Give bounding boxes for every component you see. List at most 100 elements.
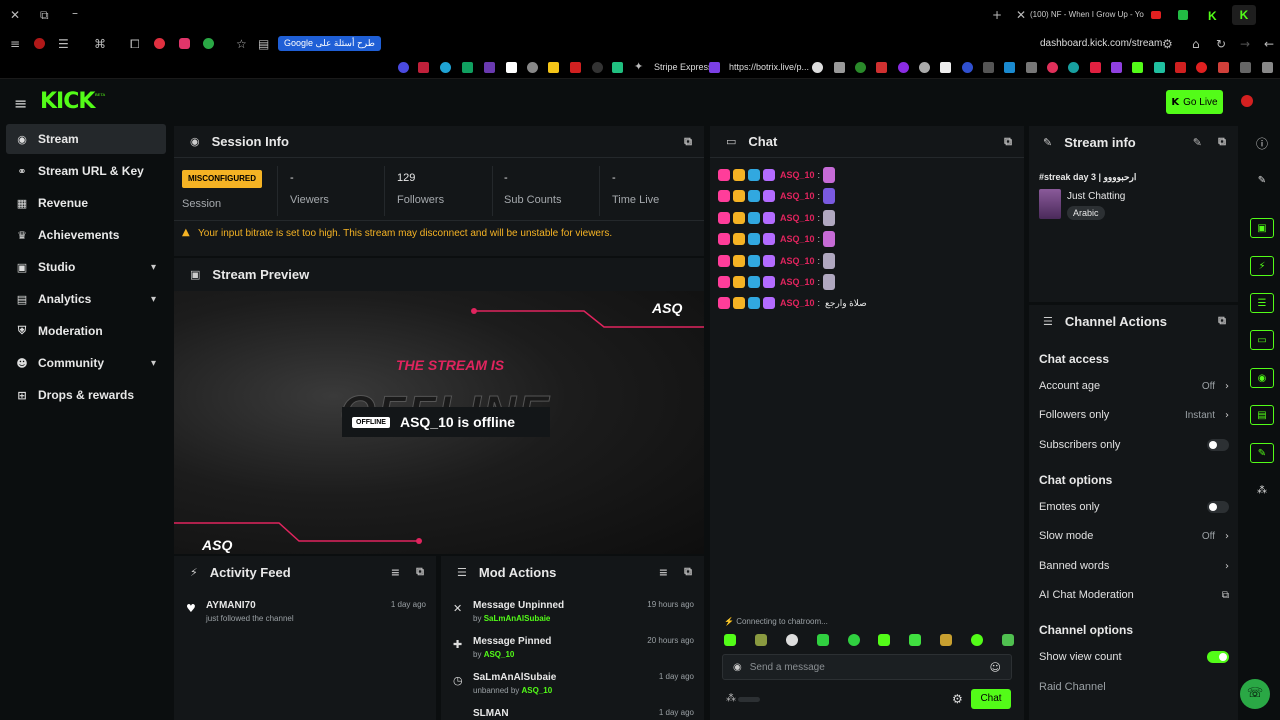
emote-icon[interactable] xyxy=(1001,634,1014,646)
extension-icon[interactable] xyxy=(179,38,190,49)
chat-username[interactable]: ASQ_10 xyxy=(780,277,815,287)
url-text[interactable]: dashboard.kick.com/stream xyxy=(1040,38,1162,49)
bookmark-icon[interactable] xyxy=(898,62,909,73)
emote-icon[interactable] xyxy=(785,634,798,646)
emote-icon[interactable] xyxy=(816,634,829,646)
bookmark-icon[interactable] xyxy=(876,62,887,73)
subscribers-only-toggle[interactable] xyxy=(1207,439,1229,451)
settings-icon[interactable]: ⚙ xyxy=(952,692,963,706)
popout-icon[interactable]: ⧉ xyxy=(416,565,424,579)
tab-title[interactable]: (100) NF - When I Grow Up - Yo xyxy=(1030,10,1144,19)
popout-icon[interactable]: ⧉ xyxy=(684,135,692,149)
sidebar-item-achievements[interactable]: ♛ Achievements xyxy=(6,220,166,250)
emote-icon[interactable] xyxy=(971,634,983,646)
minimize-icon[interactable]: – xyxy=(72,6,78,20)
sidebar-item-stream-url[interactable]: ⚭ Stream URL & Key xyxy=(6,156,166,186)
popout-icon[interactable]: ⧉ xyxy=(1004,135,1012,149)
restore-icon[interactable]: ⧉ xyxy=(40,8,49,23)
bookmark-icon[interactable] xyxy=(983,62,994,73)
emote-icon[interactable] xyxy=(909,634,922,646)
bookmark-icon[interactable] xyxy=(1262,62,1273,73)
more-icon[interactable]: ⁂ xyxy=(1250,480,1274,500)
adblock-icon[interactable] xyxy=(154,38,165,49)
new-tab-icon[interactable]: + xyxy=(992,8,1002,22)
list-icon[interactable]: ☰ xyxy=(58,37,69,51)
session-widget-icon[interactable]: ▣ xyxy=(1250,218,1274,238)
tab-close-icon[interactable]: ✕ xyxy=(1016,8,1026,22)
show-view-count-row[interactable]: Show view count xyxy=(1039,647,1229,667)
bookmark-icon[interactable] xyxy=(1240,62,1251,73)
chat-input[interactable]: ◉ Send a message ☺ xyxy=(722,654,1012,680)
subscribers-only-row[interactable]: Subscribers only xyxy=(1039,435,1229,455)
bookmark-icon[interactable] xyxy=(398,62,409,73)
mod-by-user[interactable]: ASQ_10 xyxy=(484,650,515,659)
chat-username[interactable]: ASQ_10 xyxy=(780,298,815,308)
vpn-icon[interactable]: ⌘ xyxy=(94,37,106,51)
info-icon[interactable]: ⓘ xyxy=(1250,133,1274,153)
bookmark-icon[interactable] xyxy=(1196,62,1207,73)
emote-icon[interactable] xyxy=(847,634,860,646)
emote-picker-icon[interactable]: ◉ xyxy=(733,662,742,673)
emote-icon[interactable] xyxy=(724,634,736,646)
points-icon[interactable]: ⁂ xyxy=(726,693,736,704)
extension-icon[interactable] xyxy=(203,38,214,49)
bookmark-icon[interactable] xyxy=(1218,62,1229,73)
bookmark-icon[interactable] xyxy=(919,62,930,73)
banned-words-row[interactable]: Banned words › xyxy=(1039,556,1229,576)
reload-icon[interactable]: ↻ xyxy=(1216,37,1226,51)
bookmark-icon[interactable] xyxy=(570,62,581,73)
emotes-only-toggle[interactable] xyxy=(1207,501,1229,513)
menu-icon[interactable]: ≡ xyxy=(10,37,20,51)
bookmark-icon[interactable] xyxy=(1026,62,1037,73)
slow-mode-row[interactable]: Slow mode Off › xyxy=(1039,526,1229,546)
bookmark-icon[interactable] xyxy=(440,62,451,73)
google-bookmark[interactable]: Google طرح أسئلة على xyxy=(278,36,381,51)
chat-username[interactable]: ASQ_10 xyxy=(780,170,815,180)
popout-icon[interactable]: ⧉ xyxy=(1218,135,1226,149)
bookmark-icon[interactable] xyxy=(527,62,538,73)
bookmark-icon[interactable] xyxy=(1004,62,1015,73)
activity-user[interactable]: AYMANI70 xyxy=(206,600,256,611)
category-name[interactable]: Just Chatting xyxy=(1067,191,1125,202)
category-thumbnail[interactable] xyxy=(1039,189,1061,219)
bookmark-icon[interactable] xyxy=(962,62,973,73)
preview-widget-icon[interactable]: ▤ xyxy=(1250,405,1274,425)
bookmark-icon[interactable] xyxy=(855,62,866,73)
emote-icon[interactable] xyxy=(878,634,891,646)
puzzle-icon[interactable]: ⧠ xyxy=(130,37,140,52)
account-age-row[interactable]: Account age Off › xyxy=(1039,376,1229,396)
bookmark-icon[interactable] xyxy=(1090,62,1101,73)
tab-favicon[interactable] xyxy=(1178,10,1188,20)
followers-only-row[interactable]: Followers only Instant › xyxy=(1039,405,1229,425)
kick-tab-icon[interactable]: K xyxy=(1208,9,1217,23)
list-widget-icon[interactable]: ☰ xyxy=(1250,293,1274,313)
bookmark-icon[interactable] xyxy=(484,62,495,73)
bookmark-icon[interactable] xyxy=(1047,62,1058,73)
bookmark-icon[interactable] xyxy=(1068,62,1079,73)
bookmark-icon[interactable] xyxy=(812,62,823,73)
ai-moderation-row[interactable]: AI Chat Moderation ⧉ xyxy=(1039,585,1229,605)
bookmark-icon[interactable] xyxy=(418,62,429,73)
kick-active-tab-icon[interactable]: K xyxy=(1232,5,1256,25)
star-icon[interactable]: ☆ xyxy=(236,37,247,51)
settings-icon[interactable]: ⚙ xyxy=(1162,37,1173,51)
support-icon[interactable]: ☏ xyxy=(1240,679,1270,709)
bookmark-icon[interactable] xyxy=(940,62,951,73)
bookmark-icon[interactable] xyxy=(1111,62,1122,73)
bookmark-icon[interactable] xyxy=(834,62,845,73)
sidebar-item-stream[interactable]: ◉ Stream xyxy=(6,124,166,154)
chat-username[interactable]: ASQ_10 xyxy=(780,191,815,201)
bookmark-icon[interactable] xyxy=(1132,62,1143,73)
sidebar-item-revenue[interactable]: ▦ Revenue xyxy=(6,188,166,218)
smiley-icon[interactable]: ☺ xyxy=(990,661,1001,674)
bookmark-icon[interactable] xyxy=(592,62,603,73)
close-icon[interactable]: ✕ xyxy=(10,8,20,22)
bolt-widget-icon[interactable]: ⚡ xyxy=(1250,256,1274,276)
bookmark-icon[interactable] xyxy=(462,62,473,73)
bookmark-icon[interactable] xyxy=(1175,62,1186,73)
bookmark-icon[interactable] xyxy=(506,62,517,73)
forward-icon[interactable]: → xyxy=(1240,37,1250,51)
hamburger-menu-icon[interactable]: ≡ xyxy=(14,94,27,113)
popout-icon[interactable]: ⧉ xyxy=(1218,314,1226,328)
chat-widget-icon[interactable]: ▭ xyxy=(1250,330,1274,350)
